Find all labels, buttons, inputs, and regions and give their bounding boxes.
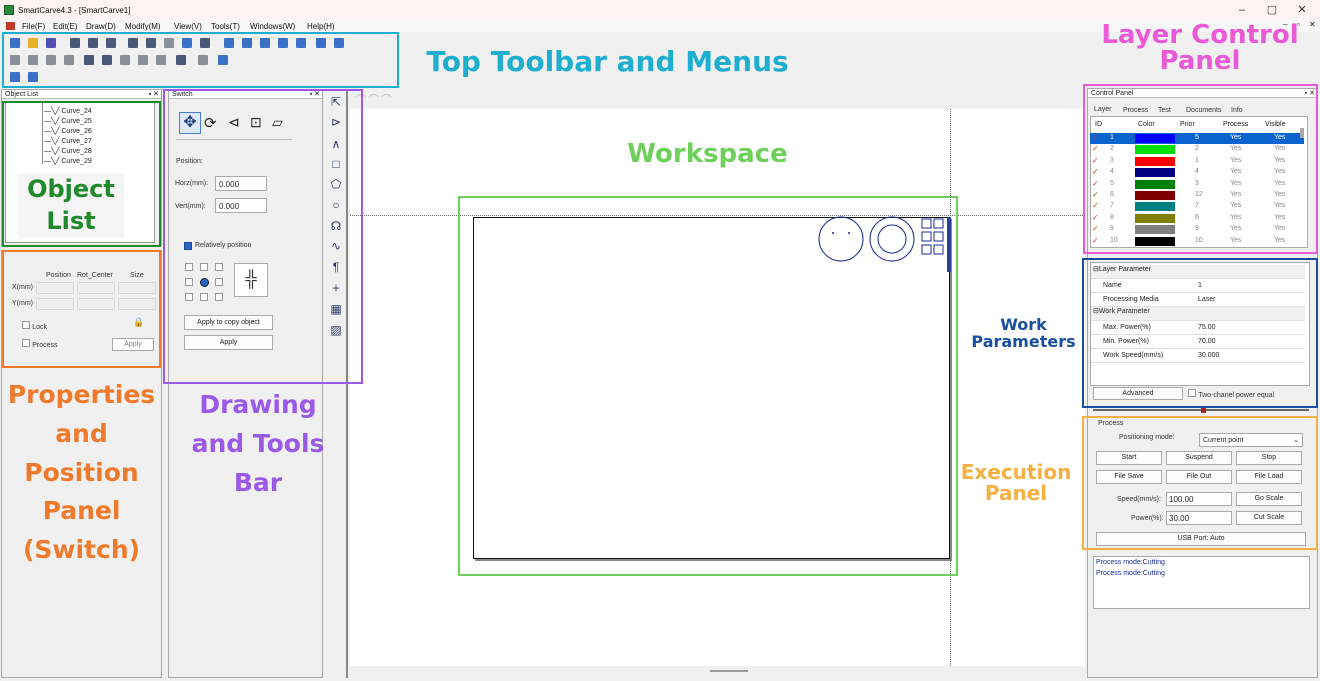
object-list-title: Object List: [2, 90, 161, 99]
mdi-close-button[interactable]: ✕: [1309, 20, 1316, 29]
properties-annotation: Properties and Position Panel (Switch): [7, 380, 156, 564]
minimize-button[interactable]: –: [1232, 3, 1252, 17]
toolbar-frame: [2, 32, 399, 88]
menu-file[interactable]: File(F): [22, 22, 45, 31]
layer-control-frame: [1083, 84, 1318, 254]
close-button[interactable]: ✕: [1292, 3, 1312, 17]
properties-frame: [2, 250, 161, 368]
work-params-annotation: Work Parameters: [971, 315, 1076, 351]
toolbar-annotation: Top Toolbar and Menus: [426, 45, 789, 78]
work-params-frame: [1082, 258, 1318, 408]
menu-tools[interactable]: Tools(T): [211, 22, 240, 31]
document-icon: [6, 22, 15, 30]
menu-windows[interactable]: Windows(W): [250, 22, 295, 31]
menu-edit[interactable]: Edit(E): [53, 22, 77, 31]
pin-icon[interactable]: ▪ ✕: [149, 90, 159, 99]
menu-modify[interactable]: Modify(M): [125, 22, 161, 31]
menu-draw[interactable]: Draw(D): [86, 22, 116, 31]
app-logo-icon: [4, 5, 14, 15]
restore-button[interactable]: ▢: [1262, 3, 1282, 17]
execution-annotation: Execution Panel: [960, 460, 1072, 505]
window-title: SmartCarve4.3 - [SmartCarve1]: [18, 6, 131, 15]
object-list-annotation: Object List: [18, 173, 124, 238]
layer-control-annotation: Layer Control Panel: [1101, 20, 1299, 76]
scroll-grip[interactable]: [710, 670, 748, 672]
workspace-annotation: Workspace: [627, 139, 788, 169]
title-bar: [0, 0, 1320, 20]
workspace-frame: [458, 196, 958, 576]
menu-help[interactable]: Help(H): [307, 22, 335, 31]
execution-frame: [1082, 416, 1318, 550]
log-line: Process mode:Cutting: [1096, 559, 1165, 566]
log-line: Process mode:Cutting: [1096, 570, 1165, 577]
menu-view[interactable]: View(V): [174, 22, 202, 31]
drawing-annotation: Drawing and Tools Bar: [191, 390, 325, 497]
drawing-frame: [163, 89, 363, 384]
ruler-bar: [348, 89, 1087, 109]
